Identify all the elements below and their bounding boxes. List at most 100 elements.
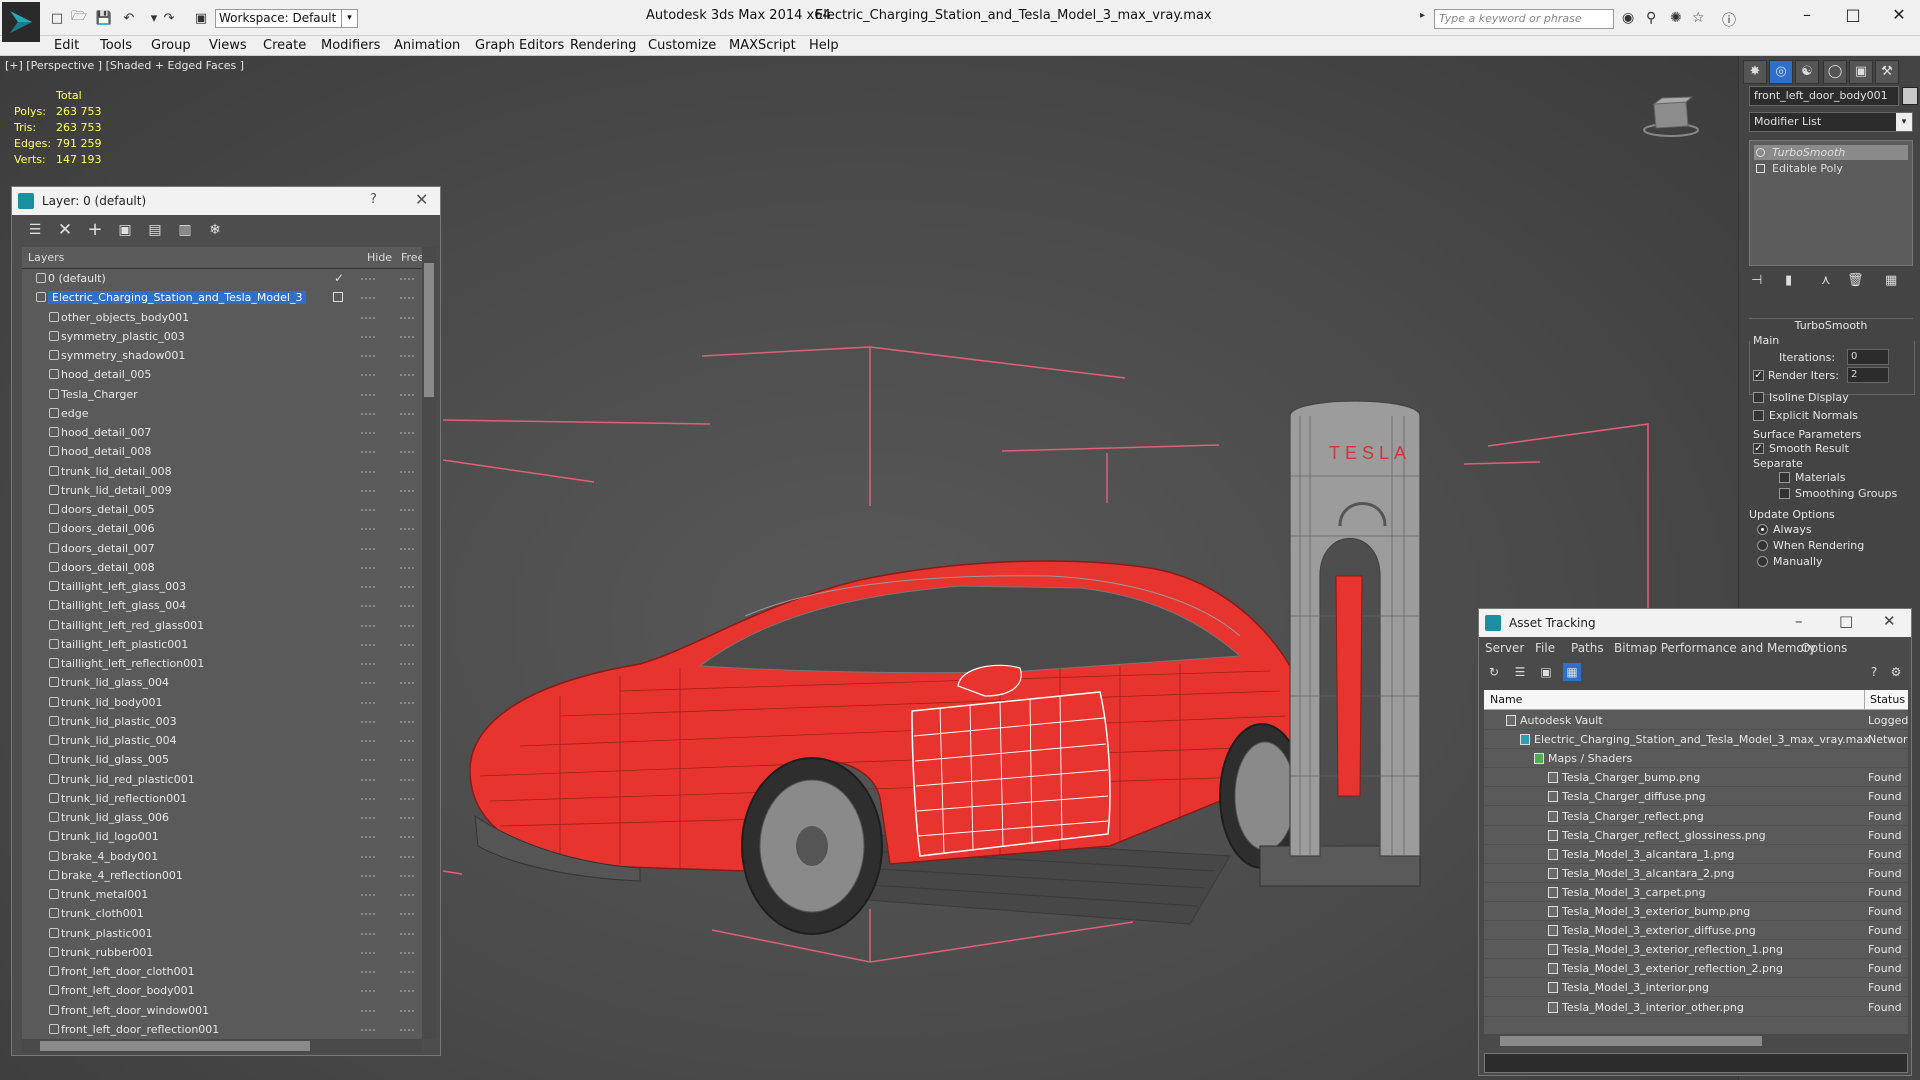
workspace-dropdown[interactable]: Workspace: Default ▾ bbox=[215, 9, 358, 28]
create-layer-icon[interactable]: ☰ bbox=[26, 221, 44, 239]
layer-object-row[interactable]: doors_detail_007 bbox=[22, 539, 422, 558]
hide-toggle[interactable] bbox=[361, 990, 375, 993]
asset-row[interactable]: Tesla_Model_3_exterior_diffuse.png Found bbox=[1484, 921, 1908, 941]
maximize-button[interactable]: □ bbox=[1830, 4, 1876, 28]
freeze-toggle[interactable] bbox=[400, 740, 414, 742]
layer-object-row[interactable]: taillight_left_reflection001 bbox=[22, 654, 422, 673]
undo-icon[interactable]: ↶ bbox=[120, 9, 138, 27]
asset-row[interactable]: Tesla_Model_3_alcantara_1.png Found bbox=[1484, 845, 1908, 864]
hide-toggle[interactable] bbox=[361, 624, 375, 627]
freeze-toggle[interactable] bbox=[400, 489, 414, 492]
hide-toggle[interactable] bbox=[361, 817, 375, 819]
col-name[interactable]: Name bbox=[1490, 693, 1522, 706]
freeze-toggle[interactable] bbox=[400, 412, 414, 415]
materials-checkbox[interactable] bbox=[1779, 472, 1790, 483]
hide-toggle[interactable] bbox=[361, 913, 375, 916]
layer-vertical-scrollbar[interactable] bbox=[422, 247, 436, 1039]
layer-object-row[interactable]: taillight_left_glass_004 bbox=[22, 596, 422, 615]
asset-menu-file[interactable]: File bbox=[1535, 641, 1555, 655]
utilities-tab-icon[interactable]: ⚒ bbox=[1875, 60, 1899, 84]
hide-toggle[interactable] bbox=[361, 932, 375, 935]
hide-toggle[interactable] bbox=[361, 836, 375, 839]
layer-object-row[interactable]: trunk_rubber001 bbox=[22, 943, 422, 962]
hide-toggle[interactable] bbox=[361, 1028, 375, 1031]
layer-object-row[interactable]: trunk_lid_plastic_004 bbox=[22, 731, 422, 750]
scroll-thumb[interactable] bbox=[424, 263, 434, 397]
layer-object-row[interactable]: trunk_lid_glass_005 bbox=[22, 750, 422, 769]
asset-row[interactable]: Maps / Shaders bbox=[1484, 749, 1908, 769]
close-icon[interactable]: ✕ bbox=[415, 190, 428, 209]
asset-row[interactable]: Electric_Charging_Station_and_Tesla_Mode… bbox=[1484, 730, 1908, 750]
current-layer-check-icon[interactable]: ✓ bbox=[334, 271, 344, 285]
display-tab-icon[interactable]: ▣ bbox=[1849, 60, 1873, 84]
layer-object-row[interactable]: trunk_lid_plastic_003 bbox=[22, 712, 422, 731]
freeze-toggle[interactable] bbox=[400, 817, 414, 819]
viewcube-icon[interactable] bbox=[1642, 92, 1700, 138]
freeze-toggle[interactable] bbox=[400, 759, 414, 762]
hide-toggle[interactable] bbox=[361, 682, 375, 685]
freeze-toggle[interactable] bbox=[400, 432, 414, 434]
layer-object-row[interactable]: taillight_left_red_glass001 bbox=[22, 616, 422, 635]
freeze-toggle[interactable] bbox=[400, 990, 414, 993]
hide-toggle[interactable] bbox=[361, 316, 375, 319]
hide-all-layers-icon[interactable]: ▥ bbox=[176, 221, 194, 239]
menu-edit[interactable]: Edit bbox=[54, 38, 79, 53]
settings-icon[interactable]: ⚙ bbox=[1887, 663, 1905, 681]
layer-object-row[interactable]: front_left_door_window001 bbox=[22, 1001, 422, 1020]
freeze-toggle[interactable] bbox=[400, 682, 414, 685]
scroll-thumb[interactable] bbox=[1500, 1036, 1762, 1046]
layer-object-row[interactable]: taillight_left_plastic001 bbox=[22, 635, 422, 654]
hide-toggle[interactable] bbox=[361, 451, 375, 454]
col-status[interactable]: Status bbox=[1870, 693, 1905, 706]
hide-toggle[interactable] bbox=[361, 643, 375, 646]
menu-rendering[interactable]: Rendering bbox=[570, 38, 636, 53]
freeze-toggle[interactable] bbox=[400, 335, 414, 338]
save-icon[interactable]: 💾 bbox=[95, 9, 113, 27]
menu-help[interactable]: Help bbox=[809, 38, 839, 53]
hide-toggle[interactable] bbox=[361, 740, 375, 742]
binoculars-icon[interactable]: ◉ bbox=[1622, 10, 1634, 26]
layer-row-default[interactable]: 0 (default) ✓ bbox=[22, 269, 422, 288]
hide-toggle[interactable] bbox=[361, 1009, 375, 1012]
when-rendering-radio[interactable] bbox=[1757, 540, 1768, 551]
isoline-checkbox[interactable] bbox=[1753, 392, 1764, 403]
help-icon[interactable]: ⓘ bbox=[1722, 10, 1736, 30]
asset-row[interactable]: Tesla_Model_3_alcantara_2.png Found bbox=[1484, 864, 1908, 883]
create-tab-icon[interactable]: ✸ bbox=[1743, 60, 1767, 84]
manually-radio[interactable] bbox=[1757, 556, 1768, 567]
layer-object-row[interactable]: doors_detail_008 bbox=[22, 558, 422, 577]
layer-object-row[interactable]: trunk_lid_red_plastic001 bbox=[22, 770, 422, 789]
hide-toggle[interactable] bbox=[361, 547, 375, 550]
hide-toggle[interactable] bbox=[361, 951, 375, 954]
freeze-toggle[interactable] bbox=[400, 278, 414, 280]
layer-object-row[interactable]: front_left_door_body001 bbox=[22, 981, 422, 1000]
set-current-checkbox[interactable] bbox=[333, 292, 343, 303]
layer-row-selected[interactable]: Electric_Charging_Station_and_Tesla_Mode… bbox=[22, 288, 422, 307]
layer-object-row[interactable]: front_left_door_reflection001 bbox=[22, 1020, 422, 1039]
hide-toggle[interactable] bbox=[361, 297, 375, 300]
freeze-toggle[interactable] bbox=[400, 393, 414, 396]
open-file-icon[interactable]: 🗁 bbox=[70, 9, 88, 27]
layer-object-row[interactable]: edge bbox=[22, 404, 422, 423]
freeze-toggle[interactable] bbox=[400, 778, 414, 781]
col-hide[interactable]: Hide bbox=[367, 251, 392, 264]
highlight-layer-icon[interactable]: ▤ bbox=[146, 221, 164, 239]
hide-toggle[interactable] bbox=[361, 489, 375, 492]
add-to-layer-icon[interactable]: + bbox=[86, 221, 104, 239]
freeze-toggle[interactable] bbox=[400, 297, 414, 300]
hide-toggle[interactable] bbox=[361, 374, 375, 377]
table-view-icon[interactable]: ▦ bbox=[1563, 663, 1581, 681]
help-icon[interactable]: ? bbox=[1865, 663, 1883, 681]
layer-object-row[interactable]: trunk_plastic001 bbox=[22, 924, 422, 943]
select-objects-icon[interactable]: ▣ bbox=[116, 221, 134, 239]
freeze-toggle[interactable] bbox=[400, 951, 414, 954]
layer-object-row[interactable]: brake_4_reflection001 bbox=[22, 866, 422, 885]
freeze-toggle[interactable] bbox=[400, 509, 414, 511]
object-color-swatch[interactable] bbox=[1902, 87, 1918, 105]
hide-toggle[interactable] bbox=[361, 971, 375, 973]
layer-object-row[interactable]: trunk_lid_glass_004 bbox=[22, 673, 422, 692]
freeze-toggle[interactable] bbox=[400, 528, 414, 531]
freeze-toggle[interactable] bbox=[400, 797, 414, 800]
layer-object-row[interactable]: hood_detail_007 bbox=[22, 423, 422, 442]
menu-customize[interactable]: Customize bbox=[648, 38, 716, 53]
